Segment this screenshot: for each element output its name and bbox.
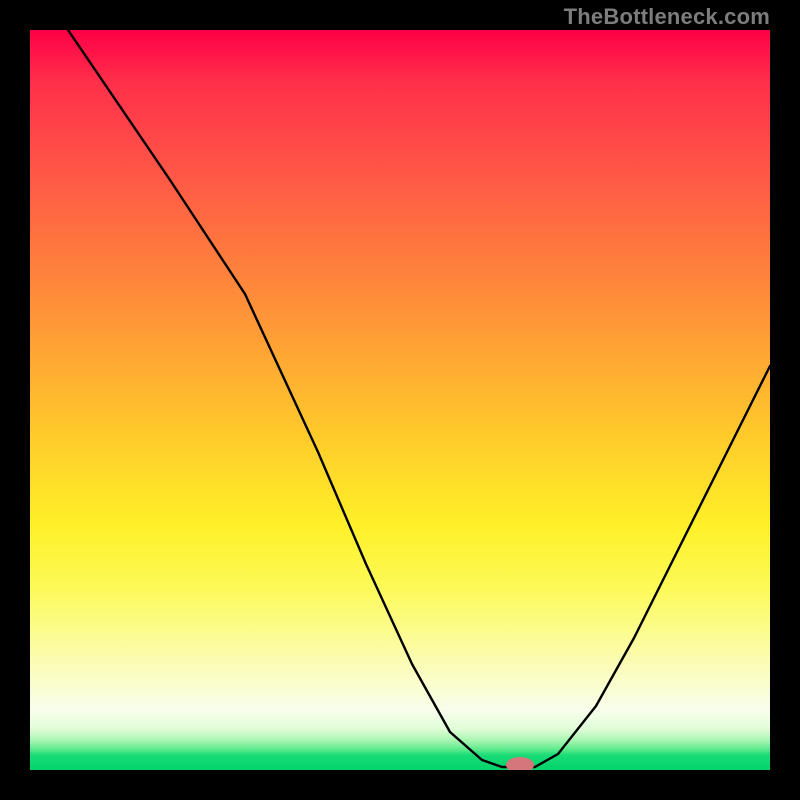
plot-area xyxy=(30,30,770,770)
optimal-point-marker xyxy=(30,30,770,770)
chart-frame: TheBottleneck.com xyxy=(0,0,800,800)
watermark-text: TheBottleneck.com xyxy=(564,4,770,30)
